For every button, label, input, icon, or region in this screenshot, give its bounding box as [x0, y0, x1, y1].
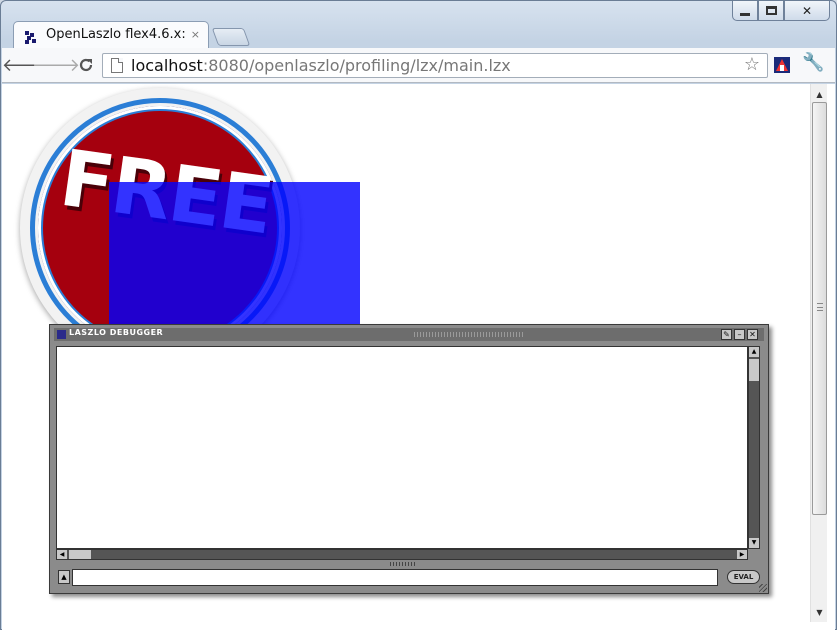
debugger-horizontal-scrollbar[interactable]: ◀ ▶ [56, 549, 748, 560]
forward-button[interactable]: 🡒 [32, 54, 80, 76]
extension-icon[interactable] [772, 55, 792, 75]
debugger-title: LASZLO DEBUGGER [69, 328, 164, 337]
page-vertical-scrollbar[interactable]: ▲ ▼ [810, 84, 827, 622]
scroll-left-arrow-icon[interactable]: ◀ [57, 550, 67, 559]
debugger-minimize-button[interactable]: – [734, 329, 745, 340]
forward-arrow-icon: 🡒 [31, 54, 81, 76]
tab-title: OpenLaszlo flex4.6.x: [46, 27, 186, 42]
debugger-menu-button[interactable]: ▲ [58, 570, 70, 584]
blue-overlay-rectangle [109, 182, 360, 327]
browser-window: ✕ OpenLaszlo flex4.6.x: × 🡐 🡒 localhost:… [0, 0, 837, 630]
laszlo-favicon-icon [25, 31, 36, 44]
scroll-right-arrow-icon[interactable]: ▶ [737, 550, 747, 559]
minimize-window-button[interactable] [732, 1, 758, 21]
maximize-icon [765, 6, 777, 15]
window-controls: ✕ [732, 1, 830, 21]
maximize-window-button[interactable] [758, 1, 784, 21]
drag-grip[interactable] [414, 332, 524, 337]
pencil-icon: ✎ [723, 330, 730, 339]
url-host: localhost [131, 56, 203, 75]
page-viewport: FREE LASZLO DEBUGGER ✎ – ✕ ▲ ▼ ◀ ▶ [2, 84, 835, 630]
debugger-vertical-scrollbar[interactable]: ▲ ▼ [748, 346, 760, 549]
bookmark-star-icon[interactable]: ☆ [744, 54, 760, 75]
scroll-thumb[interactable] [812, 102, 827, 515]
close-icon: ✕ [749, 330, 756, 339]
minimize-icon [740, 13, 750, 16]
scroll-down-arrow-icon[interactable]: ▼ [811, 604, 828, 620]
new-tab-button[interactable] [211, 28, 251, 46]
edit-pencil-button[interactable]: ✎ [721, 329, 732, 340]
minimize-icon: – [737, 330, 742, 339]
debugger-output[interactable] [56, 346, 748, 549]
eval-button[interactable]: EVAL [727, 570, 760, 584]
browser-tab[interactable]: OpenLaszlo flex4.6.x: × [13, 21, 209, 49]
url-path: :8080/openlaszlo/profiling/lzx/main.lzx [202, 56, 511, 75]
debugger-input-bar: ▲ EVAL [54, 567, 764, 589]
scroll-thumb[interactable] [749, 359, 759, 381]
resize-corner-icon[interactable] [759, 584, 767, 592]
laszlo-debugger-window[interactable]: LASZLO DEBUGGER ✎ – ✕ ▲ ▼ ◀ ▶ ▲ EVAL [49, 324, 769, 594]
debugger-titlebar[interactable]: LASZLO DEBUGGER ✎ – ✕ [54, 328, 764, 341]
tab-close-button[interactable]: × [191, 28, 200, 41]
browser-toolbar: 🡐 🡒 localhost:8080/openlaszlo/profiling/… [2, 48, 835, 83]
laszlo-logo-icon [57, 330, 66, 339]
scroll-down-arrow-icon[interactable]: ▼ [749, 538, 759, 548]
debugger-split-handle[interactable] [390, 562, 416, 566]
close-icon: ✕ [801, 3, 813, 18]
debugger-close-button[interactable]: ✕ [747, 329, 758, 340]
reload-button[interactable] [74, 54, 98, 76]
wrench-menu-icon[interactable]: 🔧 [802, 52, 824, 73]
grip-icon [817, 303, 823, 311]
scroll-up-arrow-icon[interactable]: ▲ [749, 347, 759, 357]
page-icon [111, 58, 123, 73]
eval-input[interactable] [72, 569, 718, 586]
scroll-thumb[interactable] [69, 550, 91, 559]
address-bar[interactable]: localhost:8080/openlaszlo/profiling/lzx/… [102, 53, 768, 78]
scroll-up-arrow-icon[interactable]: ▲ [811, 86, 828, 102]
url-text: localhost:8080/openlaszlo/profiling/lzx/… [131, 56, 511, 75]
close-window-button[interactable]: ✕ [784, 1, 830, 21]
reload-icon [79, 58, 93, 72]
